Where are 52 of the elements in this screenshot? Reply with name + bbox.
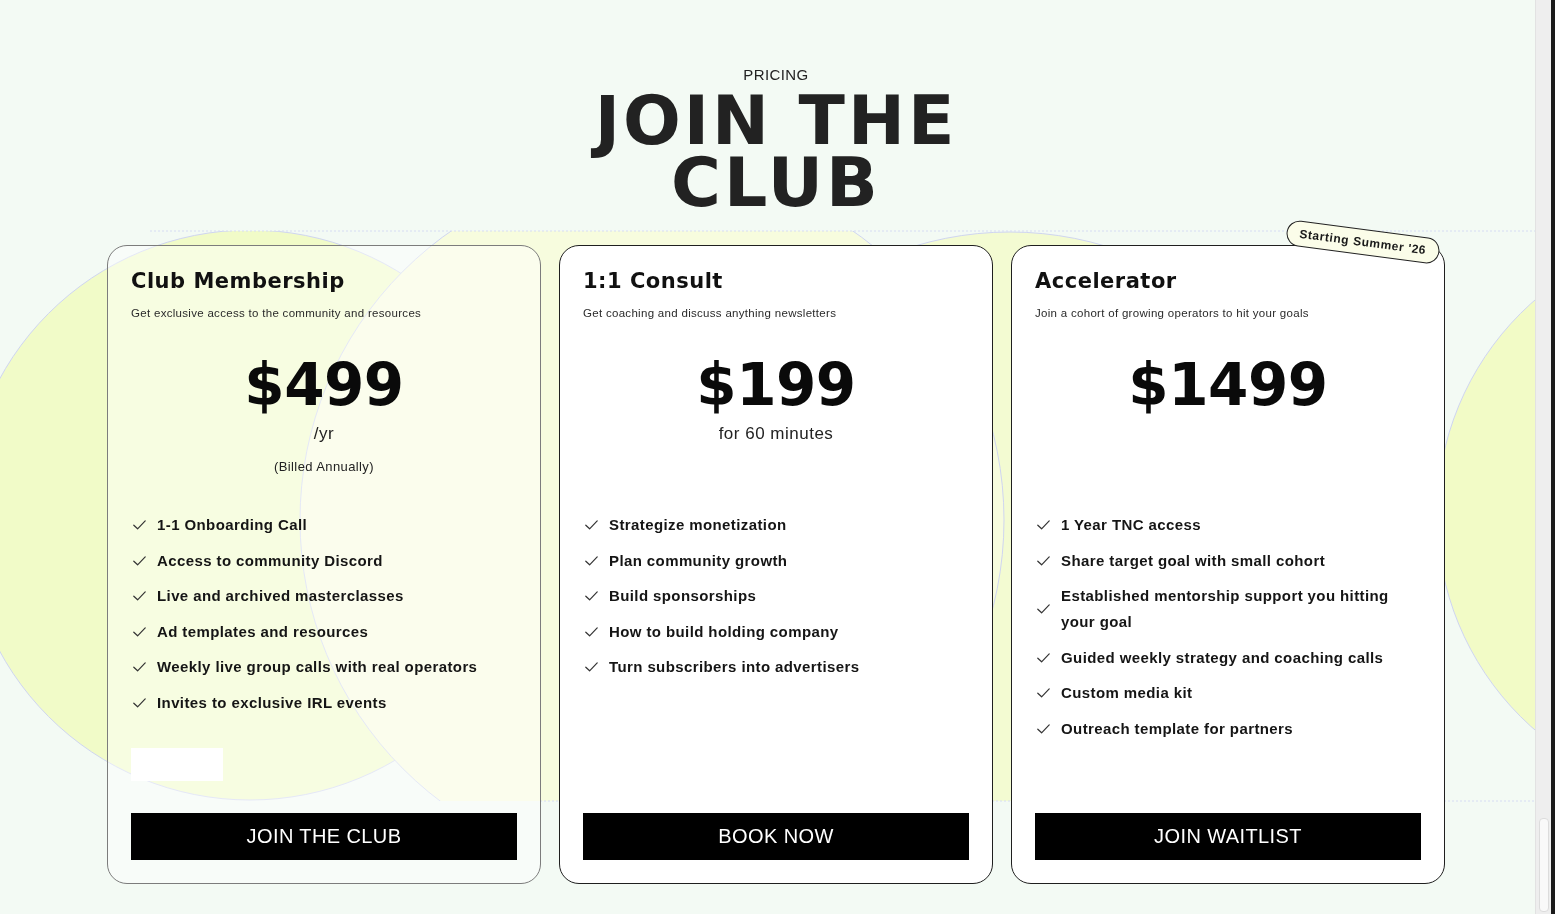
check-icon <box>1037 723 1050 734</box>
check-icon <box>1037 652 1050 663</box>
page-title: JOIN THE CLUB <box>566 90 986 214</box>
feature-text: Custom media kit <box>1061 683 1193 704</box>
feature-text: Established mentorship support you hitting your goal <box>1061 586 1390 633</box>
scrollbar-thumb[interactable] <box>1539 818 1549 912</box>
feature-text: Access to community Discord <box>157 550 383 571</box>
section-label: PRICING <box>743 66 809 84</box>
plan-description: Get coaching and discuss anything newsletters <box>583 306 837 320</box>
check-icon <box>133 520 146 530</box>
plan-name: Accelerator <box>1035 268 1177 294</box>
feature-text: How to build holding company <box>609 621 839 642</box>
feature-text: Turn subscribers into advertisers <box>609 657 860 678</box>
cta-button[interactable]: JOIN THE CLUB <box>131 813 517 860</box>
feature-text: Strategize monetization <box>609 515 787 535</box>
plan-name: 1:1 Consult <box>583 268 723 294</box>
plan-price: $1499 <box>1128 353 1328 417</box>
check-icon <box>585 520 598 530</box>
plan-price: $199 <box>696 353 856 417</box>
check-icon <box>1037 520 1050 530</box>
feature-text: 1 Year TNC access <box>1061 515 1201 535</box>
feature-text: Outreach template for partners <box>1061 718 1294 739</box>
billing-note: (Billed Annually) <box>274 458 374 476</box>
feature-text: Invites to exclusive IRL events <box>157 692 387 713</box>
price-note: for 60 minutes <box>718 423 834 445</box>
check-icon <box>585 555 598 566</box>
check-icon <box>585 591 598 602</box>
check-icon <box>1037 604 1050 615</box>
feature-text: Build sponsorships <box>609 586 757 607</box>
check-icon <box>585 626 598 637</box>
feature-text: Weekly live group calls with real operators <box>157 657 478 678</box>
feature-text: Guided weekly strategy and coaching calls <box>1061 647 1384 668</box>
plan-description: Join a cohort of growing operators to hit your goals <box>1035 306 1309 320</box>
check-icon <box>585 662 598 673</box>
feature-text: Share target goal with small cohort <box>1061 550 1326 571</box>
check-icon <box>1037 555 1050 566</box>
check-icon <box>133 555 146 566</box>
cta-button[interactable]: BOOK NOW <box>583 813 969 860</box>
feature-text: Plan community growth <box>609 550 788 571</box>
plan-description: Get exclusive access to the community and resources <box>131 306 422 320</box>
check-icon <box>133 626 146 637</box>
feature-text: Ad templates and resources <box>157 621 369 642</box>
check-icon <box>1037 688 1050 699</box>
check-icon <box>133 697 146 708</box>
check-icon <box>133 591 146 602</box>
price-note: /yr <box>313 423 335 445</box>
plan-name: Club Membership <box>131 268 345 294</box>
plan-price: $499 <box>244 353 404 417</box>
cta-button[interactable]: JOIN WAITLIST <box>1035 813 1421 860</box>
check-icon <box>133 662 146 673</box>
feature-text: 1-1 Onboarding Call <box>157 515 308 535</box>
feature-text: Live and archived masterclasses <box>157 586 404 607</box>
